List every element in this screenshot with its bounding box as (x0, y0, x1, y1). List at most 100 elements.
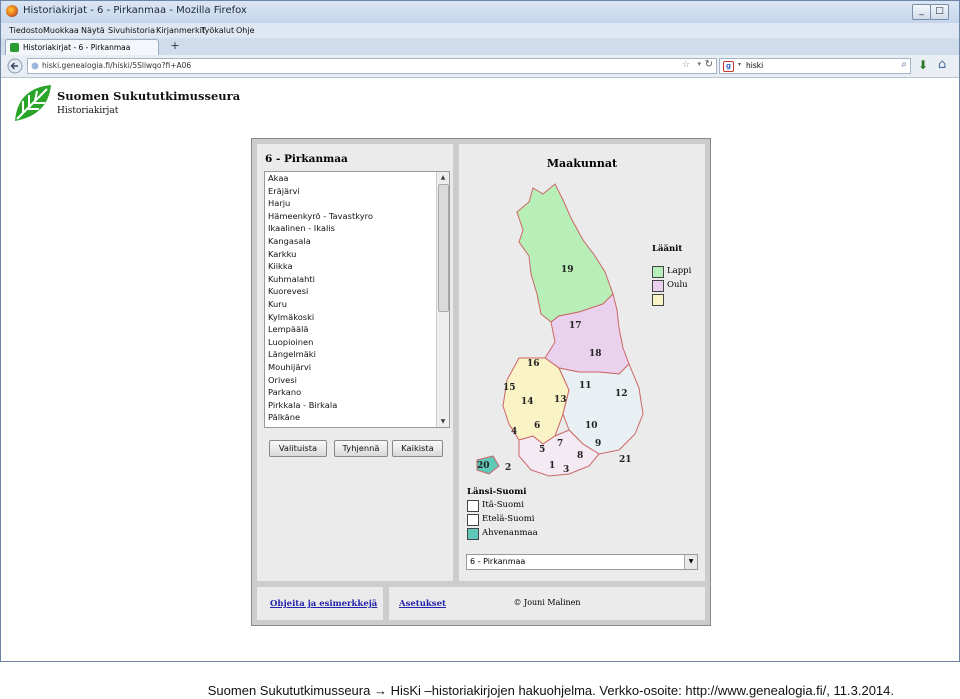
lansi-suomi-legend-title: Länsi-Suomi (467, 487, 527, 497)
region-title: 6 - Pirkanmaa (265, 153, 348, 165)
download-icon[interactable]: ⬇ (918, 58, 928, 72)
parish-list-item[interactable]: Pirkkala - Birkala (265, 399, 449, 412)
parish-list-item[interactable]: Karkku (265, 248, 449, 261)
menu-bar: Tiedosto Muokkaa Näytä Sivuhistoria Kirj… (1, 23, 959, 38)
all-button[interactable]: Kaikista (392, 440, 443, 457)
url-bar[interactable]: hiski.genealogia.fi/hiski/5Sliwqo?fi+A06… (27, 58, 717, 74)
region-label: 21 (619, 455, 632, 465)
engine-dropdown-icon[interactable]: ▾ (738, 61, 741, 68)
region-label: 20 (477, 461, 490, 471)
copyright: © Jouni Malinen (513, 598, 581, 607)
menu-edit[interactable]: Muokkaa (43, 26, 79, 35)
legend-label: Etelä-Suomi (482, 514, 535, 524)
list-scrollbar[interactable]: ▲ ▼ (436, 172, 449, 427)
parish-list-item[interactable]: Kuorevesi (265, 285, 449, 298)
legend-swatch[interactable] (652, 280, 664, 292)
legend-swatch[interactable] (467, 528, 479, 540)
region-label: 5 (539, 445, 545, 455)
menu-view[interactable]: Näytä (81, 26, 105, 35)
help-tab: Ohjeita ja esimerkkejä (257, 587, 383, 620)
maximize-button[interactable]: □ (930, 4, 949, 20)
window-title: Historiakirjat - 6 - Pirkanmaa - Mozilla… (23, 5, 247, 16)
scroll-thumb[interactable] (438, 184, 449, 312)
title-bar: Historiakirjat - 6 - Pirkanmaa - Mozilla… (1, 1, 959, 23)
bookmark-star-icon[interactable]: ☆ (682, 60, 690, 70)
dropdown-arrow-icon[interactable]: ▾ (697, 60, 701, 68)
parish-list-item[interactable]: Pälkäne (265, 411, 449, 424)
region-label: 13 (554, 395, 567, 405)
new-tab-button[interactable]: + (164, 40, 186, 53)
legend-label: Ahvenanmaa (482, 528, 538, 538)
region-label: 3 (563, 465, 569, 475)
legend-swatch[interactable] (652, 266, 664, 278)
legend-label: Oulu (667, 280, 688, 290)
parish-list-item[interactable]: Kuhmalahti (265, 273, 449, 286)
menu-tools[interactable]: Työkalut (201, 26, 234, 35)
region-label: 18 (589, 349, 602, 359)
tab-bar: Historiakirjat - 6 - Pirkanmaa + (1, 38, 959, 55)
region-label: 14 (521, 397, 534, 407)
region-label: 8 (577, 451, 583, 461)
globe-icon (31, 62, 39, 70)
tab-label: Historiakirjat - 6 - Pirkanmaa (23, 43, 131, 52)
parish-list-item[interactable]: Kylmäkoski (265, 311, 449, 324)
tab-historiakirjat[interactable]: Historiakirjat - 6 - Pirkanmaa (5, 39, 159, 55)
parish-list-item[interactable]: Harju (265, 197, 449, 210)
parish-list-item[interactable]: Orivesi (265, 374, 449, 387)
favicon-icon (10, 43, 19, 52)
region-label: 17 (569, 321, 582, 331)
region-label: 1 (549, 461, 555, 471)
region-lappi[interactable] (516, 183, 614, 323)
minimize-button[interactable]: _ (912, 4, 931, 20)
legend-swatch[interactable] (467, 514, 479, 526)
legend-label: Lappi (667, 266, 692, 276)
parish-list-item[interactable]: Eräjärvi (265, 185, 449, 198)
parish-list-item[interactable]: Mouhijärvi (265, 361, 449, 374)
parish-list-item[interactable]: Ikaalinen - Ikalis (265, 222, 449, 235)
reload-icon[interactable]: ↻ (705, 59, 713, 70)
parish-list-item[interactable]: Lempäälä (265, 323, 449, 336)
search-box[interactable]: g ▾ hiski ⌕ (719, 58, 911, 74)
menu-help[interactable]: Ohje (236, 26, 255, 35)
parish-list-item[interactable]: Luopioinen (265, 336, 449, 349)
google-icon[interactable]: g (723, 61, 734, 72)
site-subtitle: Historiakirjat (57, 106, 119, 116)
parish-list-item[interactable]: Parkano (265, 386, 449, 399)
menu-bookmarks[interactable]: Kirjanmerkit (156, 26, 205, 35)
site-logo-leaf-icon[interactable] (13, 83, 53, 123)
finland-map[interactable]: 19 17 18 16 15 14 13 11 12 4 6 10 5 7 8 … (459, 144, 705, 484)
selected-button[interactable]: Valituista (269, 440, 327, 457)
region-label: 6 (534, 421, 540, 431)
scroll-up-icon[interactable]: ▲ (437, 172, 449, 183)
map-panel: Maakunnat 19 17 18 16 15 14 13 11 12 4 6… (459, 144, 705, 581)
settings-bar: Asetukset © Jouni Malinen (389, 587, 705, 620)
parish-list-item[interactable]: Kangasala (265, 235, 449, 248)
region-label: 10 (585, 421, 598, 431)
menu-history[interactable]: Sivuhistoria (108, 26, 155, 35)
site-name: Suomen Sukututkimusseura (57, 89, 241, 103)
search-icon[interactable]: ⌕ (901, 59, 907, 70)
parish-list-item[interactable]: Kiikka (265, 260, 449, 273)
clear-button[interactable]: Tyhjennä (334, 440, 388, 457)
parish-list[interactable]: Akaa Eräjärvi Harju Hämeenkyrö - Tavastkyro… (264, 171, 450, 428)
browser-window: Historiakirjat - 6 - Pirkanmaa - Mozilla… (0, 0, 960, 662)
main-panel: 6 - Pirkanmaa Akaa Eräjärvi Harju Hämeenkyr… (251, 138, 711, 626)
parish-list-item[interactable]: Kuru (265, 298, 449, 311)
legend-swatch[interactable] (467, 500, 479, 512)
chevron-down-icon[interactable]: ▼ (684, 555, 697, 569)
search-input[interactable]: hiski (746, 61, 763, 70)
region-label: 16 (527, 359, 540, 369)
menu-file[interactable]: Tiedosto (9, 26, 43, 35)
scroll-down-icon[interactable]: ▼ (437, 416, 449, 427)
region-label: 4 (511, 427, 517, 437)
parish-list-item[interactable]: Hämeenkyrö - Tavastkyro (265, 210, 449, 223)
region-label: 7 (557, 439, 563, 449)
legend-swatch[interactable] (652, 294, 664, 306)
back-arrow-icon[interactable] (7, 58, 23, 74)
parish-list-item[interactable]: Längelmäki (265, 348, 449, 361)
home-icon[interactable]: ⌂ (938, 57, 946, 72)
parish-list-item[interactable]: Akaa (265, 172, 449, 185)
legend-label: Itä-Suomi (482, 500, 524, 510)
help-link[interactable]: Ohjeita ja esimerkkejä (270, 599, 377, 609)
region-select[interactable]: 6 - Pirkanmaa ▼ (466, 554, 698, 570)
